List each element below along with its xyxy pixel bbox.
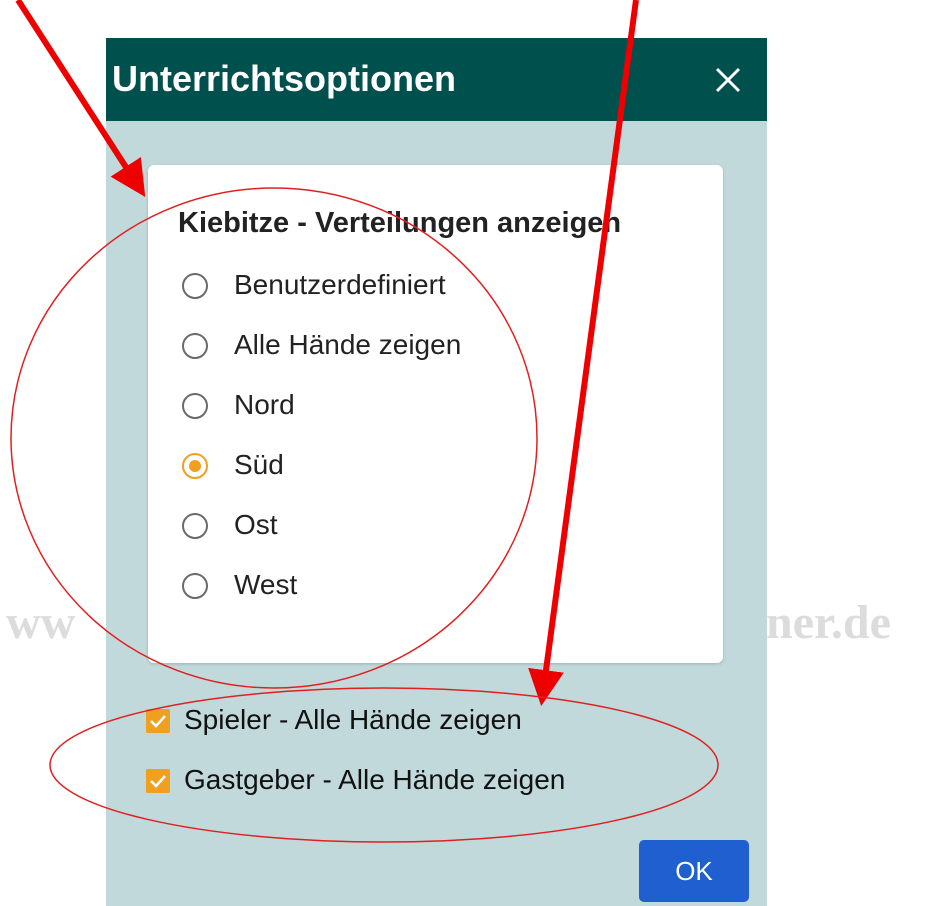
close-icon [715,67,741,93]
checkbox-player-show-all-hands[interactable]: Spieler - Alle Hände zeigen [146,702,706,742]
radio-label: Alle Hände zeigen [234,329,462,360]
radio-option-ost[interactable]: Ost [182,507,682,547]
radio-label: Nord [234,389,295,420]
radio-button[interactable] [182,513,208,539]
radio-label: Süd [234,449,284,480]
radio-label: Benutzerdefiniert [234,269,446,300]
radio-option-benutzerdefiniert[interactable]: Benutzerdefiniert [182,267,682,307]
radio-button[interactable] [182,393,208,419]
radio-option-west[interactable]: West [182,567,682,607]
radio-button[interactable] [182,573,208,599]
ok-button[interactable]: OK [639,840,749,902]
radio-button-selected[interactable] [182,453,208,479]
section-title: Kiebitze - Verteilungen anzeigen [178,207,622,239]
radio-button[interactable] [182,273,208,299]
radio-option-sued[interactable]: Süd [182,447,682,487]
kibitzer-options-card: Kiebitze - Verteilungen anzeigen Benutze… [148,165,723,663]
checkbox-label: Gastgeber - Alle Hände zeigen [184,764,566,795]
watermark-right-text: ner.de [766,596,891,649]
checkbox-label: Spieler - Alle Hände zeigen [184,704,522,735]
radio-label: West [234,569,298,600]
dialog-title: Unterrichtsoptionen [112,58,457,99]
checkbox-host-show-all-hands[interactable]: Gastgeber - Alle Hände zeigen [146,762,706,802]
checkbox[interactable] [146,709,170,733]
dialog-header: Unterrichtsoptionen [106,38,767,121]
checkbox[interactable] [146,769,170,793]
screenshot-stage: ww ner.de Unterrichtsoptionen Kiebitze -… [0,0,942,906]
checkmark-icon [150,715,166,728]
radio-label: Ost [234,509,278,540]
radio-option-nord[interactable]: Nord [182,387,682,427]
radio-button[interactable] [182,333,208,359]
checkmark-icon [150,775,166,788]
watermark-left-text: ww [6,596,76,649]
close-button[interactable] [706,54,750,104]
lesson-options-dialog: Unterrichtsoptionen Kiebitze - Verteilun… [106,38,767,906]
radio-option-alle-haende-zeigen[interactable]: Alle Hände zeigen [182,327,682,367]
